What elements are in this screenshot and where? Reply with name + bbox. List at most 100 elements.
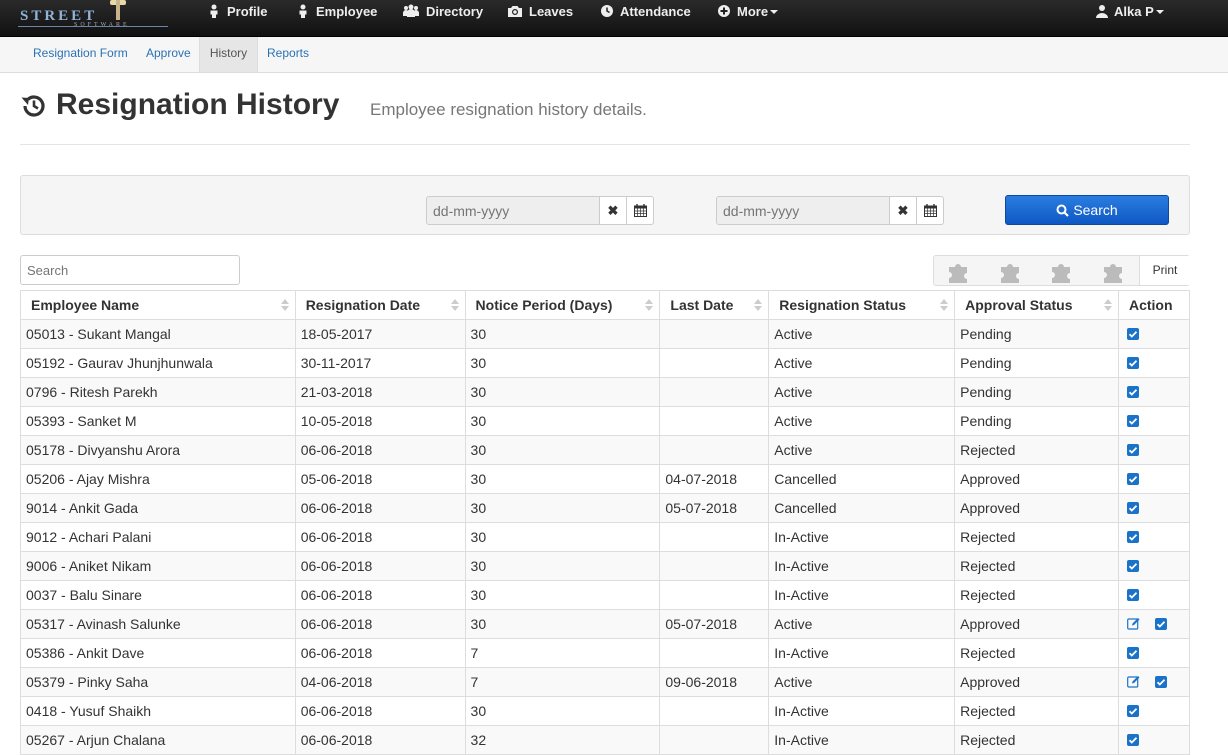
clear-icon[interactable]: ✖	[890, 196, 917, 225]
puzzle-icon[interactable]	[946, 259, 972, 285]
company-logo[interactable]: STREET SOFTWARE	[18, 0, 170, 30]
cell-approval-status: Approved	[954, 667, 1119, 697]
cell-employee-name: 05267 - Arjun Chalana	[20, 725, 296, 755]
cell-action	[1117, 464, 1191, 494]
puzzle-icon[interactable]	[1101, 259, 1127, 285]
nav-attendance-label: Attendance	[620, 4, 691, 19]
cell-notice-period: 30	[464, 580, 661, 610]
checkbox-icon[interactable]	[1154, 617, 1167, 630]
checkbox-icon[interactable]	[1126, 559, 1139, 572]
table-row: 05192 - Gaurav Jhunjhunwala 30-11-2017 30 A…	[20, 348, 1191, 378]
user-name: Alka P	[1114, 4, 1154, 19]
checkbox-icon[interactable]	[1126, 501, 1139, 514]
cell-resignation-date: 06-06-2018	[294, 725, 466, 755]
to-date-input[interactable]	[716, 196, 890, 225]
user-menu[interactable]: Alka P	[1096, 0, 1164, 24]
calendar-icon[interactable]	[917, 196, 944, 225]
person-icon	[207, 4, 221, 18]
tab-approve[interactable]: Approve	[138, 37, 199, 72]
nav-employee[interactable]: Employee	[296, 0, 377, 24]
sort-icon	[1103, 299, 1112, 311]
edit-icon[interactable]	[1127, 675, 1141, 688]
nav-directory[interactable]: Directory	[402, 0, 483, 24]
cell-notice-period: 30	[464, 609, 661, 639]
table-row: 05178 - Divyanshu Arora 06-06-2018 30 Activ…	[20, 435, 1191, 465]
table-row: 9006 - Aniket Nikam 06-06-2018 30 In-Active…	[20, 551, 1191, 581]
cell-resignation-date: 06-06-2018	[294, 493, 466, 523]
nav-profile[interactable]: Profile	[207, 0, 267, 24]
cell-employee-name: 9006 - Aniket Nikam	[20, 551, 296, 581]
cell-last-date	[659, 580, 770, 610]
nav-employee-label: Employee	[316, 4, 378, 19]
checkbox-icon[interactable]	[1126, 646, 1139, 659]
print-button[interactable]: Print	[1139, 256, 1190, 285]
person-icon	[296, 4, 310, 18]
nav-leaves[interactable]: Leaves	[507, 0, 573, 24]
clear-icon[interactable]: ✖	[600, 196, 627, 225]
tab-resignation-form[interactable]: Resignation Form	[25, 37, 136, 72]
cell-employee-name: 9012 - Achari Palani	[20, 522, 296, 552]
col-action: Action	[1117, 290, 1191, 320]
from-date-input[interactable]	[426, 196, 600, 225]
page-subtitle: Employee resignation history details.	[370, 100, 647, 119]
puzzle-icon[interactable]	[998, 259, 1024, 285]
cell-resignation-status: In-Active	[768, 522, 956, 552]
checkbox-icon[interactable]	[1126, 704, 1139, 717]
checkbox-icon[interactable]	[1126, 356, 1139, 369]
cell-resignation-status: Active	[768, 435, 956, 465]
checkbox-icon[interactable]	[1126, 733, 1139, 746]
cell-resignation-date: 06-06-2018	[294, 580, 466, 610]
checkbox-icon[interactable]	[1126, 588, 1139, 601]
col-approval-status[interactable]: Approval Status	[954, 290, 1119, 320]
cell-last-date	[659, 696, 770, 726]
table-row: 0037 - Balu Sinare 06-06-2018 30 In-Active R…	[20, 580, 1191, 610]
checkbox-icon[interactable]	[1126, 472, 1139, 485]
checkbox-icon[interactable]	[1126, 443, 1139, 456]
camera-icon	[507, 4, 523, 18]
tab-history[interactable]: History	[199, 37, 258, 72]
cell-resignation-date: 06-06-2018	[294, 435, 466, 465]
cell-resignation-date: 05-06-2018	[294, 464, 466, 494]
calendar-icon[interactable]	[627, 196, 654, 225]
cell-action	[1117, 725, 1191, 755]
col-resignation-date[interactable]: Resignation Date	[294, 290, 466, 320]
cell-notice-period: 32	[464, 725, 661, 755]
cell-employee-name: 05178 - Divyanshu Arora	[20, 435, 296, 465]
edit-icon[interactable]	[1127, 617, 1141, 630]
tab-reports[interactable]: Reports	[259, 37, 317, 72]
cell-approval-status: Rejected	[954, 638, 1119, 668]
col-employee-name[interactable]: Employee Name	[20, 290, 296, 320]
user-icon	[1096, 4, 1108, 18]
col-last-date[interactable]: Last Date	[659, 290, 770, 320]
checkbox-icon[interactable]	[1154, 675, 1167, 688]
table-row: 05379 - Pinky Saha 04-06-2018 7 09-06-2018 A…	[20, 667, 1191, 697]
table-row: 9012 - Achari Palani 06-06-2018 30 In-Activ…	[20, 522, 1191, 552]
cell-employee-name: 9014 - Ankit Gada	[20, 493, 296, 523]
chevron-down-icon	[770, 10, 779, 14]
cell-resignation-status: Cancelled	[768, 493, 956, 523]
cell-last-date: 05-07-2018	[659, 609, 770, 639]
cell-resignation-date: 21-03-2018	[294, 377, 466, 407]
col-notice-period[interactable]: Notice Period (Days)	[464, 290, 661, 320]
table-row: 05386 - Ankit Dave 06-06-2018 7 In-Active Re…	[20, 638, 1191, 668]
cell-last-date	[659, 377, 770, 407]
checkbox-icon[interactable]	[1126, 385, 1139, 398]
table-search-input[interactable]	[20, 255, 240, 285]
sort-icon	[450, 299, 459, 311]
cell-last-date: 09-06-2018	[659, 667, 770, 697]
cell-resignation-status: In-Active	[768, 696, 956, 726]
checkbox-icon[interactable]	[1126, 414, 1139, 427]
cell-approval-status: Approved	[954, 493, 1119, 523]
nav-attendance[interactable]: Attendance	[600, 0, 691, 24]
cell-approval-status: Approved	[954, 609, 1119, 639]
cell-last-date	[659, 522, 770, 552]
col-resignation-status[interactable]: Resignation Status	[768, 290, 956, 320]
cell-resignation-date: 06-06-2018	[294, 522, 466, 552]
checkbox-icon[interactable]	[1126, 530, 1139, 543]
cell-action	[1117, 435, 1191, 465]
nav-more[interactable]: More	[717, 0, 779, 24]
puzzle-icon[interactable]	[1049, 259, 1075, 285]
cell-employee-name: 0037 - Balu Sinare	[20, 580, 296, 610]
checkbox-icon[interactable]	[1126, 327, 1139, 340]
search-button[interactable]: Search	[1005, 195, 1169, 225]
